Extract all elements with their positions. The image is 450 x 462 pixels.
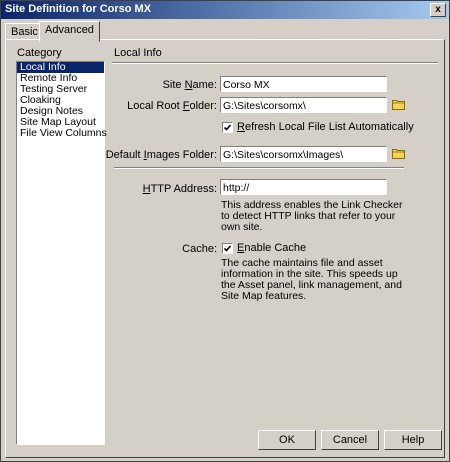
enable-cache-label[interactable]: Enable Cache (237, 242, 306, 254)
refresh-checkbox-label[interactable]: Refresh Local File List Automatically (237, 121, 414, 133)
http-address-input[interactable]: http:// (220, 179, 387, 195)
divider (114, 167, 404, 169)
site-name-label: Site Name: (162, 79, 217, 91)
checkmark-icon (223, 124, 232, 131)
close-icon: x (435, 4, 441, 15)
refresh-checkbox[interactable] (222, 122, 233, 133)
default-images-folder-label: Default Images Folder: (105, 149, 217, 161)
enable-cache-checkbox[interactable] (222, 243, 233, 254)
section-divider (112, 62, 438, 64)
local-root-folder-label: Local Root Folder: (127, 100, 217, 112)
category-label: Category (17, 47, 62, 59)
close-button[interactable]: x (430, 3, 446, 17)
cache-description: The cache maintains file and asset infor… (221, 257, 402, 302)
checkmark-icon (223, 245, 232, 252)
cancel-button[interactable]: Cancel (321, 430, 379, 450)
category-list[interactable]: Local Info Remote Info Testing Server Cl… (16, 61, 107, 445)
folder-icon[interactable] (392, 98, 406, 110)
ok-button[interactable]: OK (258, 430, 316, 450)
site-name-input[interactable]: Corso MX (220, 76, 387, 92)
category-item-file-view-columns[interactable]: File View Columns (17, 128, 107, 139)
section-title: Local Info (114, 47, 162, 59)
title-bar: Site Definition for Corso MX x (1, 1, 449, 19)
window-title: Site Definition for Corso MX (5, 3, 152, 15)
site-definition-dialog: Site Definition for Corso MX x Basic Adv… (0, 0, 450, 462)
http-address-description: This address enables the Link Checker to… (221, 199, 403, 233)
cache-label: Cache: (182, 243, 217, 255)
local-root-folder-input[interactable]: G:\Sites\corsomx\ (220, 97, 387, 113)
tab-advanced[interactable]: Advanced (39, 21, 100, 42)
http-address-label: HTTP Address: (142, 183, 217, 195)
default-images-folder-input[interactable]: G:\Sites\corsomx\Images\ (220, 146, 387, 162)
help-button[interactable]: Help (384, 430, 442, 450)
folder-icon[interactable] (392, 147, 406, 159)
